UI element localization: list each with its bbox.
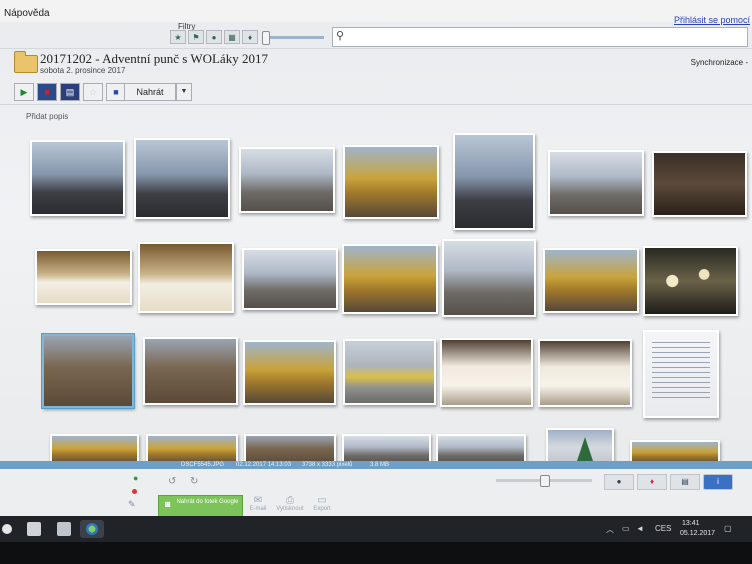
picasa-taskbar-icon[interactable] (80, 520, 104, 538)
photo-thumbnail[interactable] (134, 138, 230, 219)
people-icon[interactable]: ● (604, 474, 634, 490)
network-icon[interactable]: ▭ (622, 524, 630, 533)
photo-thumbnail[interactable] (342, 244, 438, 314)
photo-datetime: 02.12.2017 14:13:03 (236, 462, 292, 468)
zoom-slider-thumb[interactable] (540, 475, 550, 487)
chat-icon[interactable] (27, 522, 41, 536)
upload-google-photos-button[interactable]: ◙ Nahrát do fotek Google (158, 495, 243, 517)
tag-icon[interactable]: ✎ (128, 499, 136, 510)
language-indicator[interactable]: CES (655, 524, 671, 533)
photo-thumbnail[interactable] (242, 248, 338, 310)
photo-size: 3.8 MB (370, 462, 390, 468)
upload-google-photos-label: Nahrát do fotek Google (176, 499, 239, 505)
photo-thumbnail[interactable] (453, 133, 535, 230)
start-icon[interactable] (2, 524, 12, 534)
photo-thumbnail[interactable] (643, 246, 738, 316)
clock-time[interactable]: 13:41 (682, 520, 700, 527)
volume-icon[interactable]: ◄ (636, 524, 644, 533)
tray-chevron-icon[interactable]: ︿ (606, 524, 614, 535)
bottom-panel: ● ✎ ↺ ↻ ◙ Nahrát do fotek Google ✉ E-mai… (0, 469, 752, 521)
photo-thumbnail[interactable] (143, 337, 238, 405)
rotate-right-icon[interactable]: ↻ (190, 476, 198, 487)
photo-thumbnail[interactable] (652, 151, 747, 217)
green-dot-icon[interactable]: ● (133, 473, 138, 483)
red-dot-icon[interactable] (132, 489, 137, 494)
info-icon[interactable]: i (703, 474, 733, 490)
export-button[interactable]: ▭ Export (302, 495, 342, 512)
photo-thumbnail-selected[interactable] (42, 334, 134, 408)
photo-thumbnail[interactable] (239, 147, 335, 213)
windows-taskbar: ︿ ▭ ◄ CES 13:41 05.12.2017 ▢ (0, 516, 752, 542)
photo-thumbnail[interactable] (138, 242, 234, 313)
photo-thumbnail[interactable] (538, 339, 632, 407)
photo-thumbnail[interactable] (243, 340, 336, 405)
photo-dimensions: 3738 x 3333 pixelů (302, 462, 353, 468)
export-folder-icon: ▭ (317, 495, 327, 506)
photo-filename: DSCF5545.JPG (181, 462, 225, 468)
photo-thumbnail[interactable] (643, 330, 719, 418)
file-explorer-icon[interactable] (57, 522, 71, 536)
photo-thumbnail[interactable] (343, 145, 439, 219)
tag-panel-icon[interactable]: ▤ (670, 474, 700, 490)
photo-thumbnail[interactable] (440, 338, 533, 407)
photo-thumbnail[interactable] (30, 140, 125, 216)
photo-thumbnail[interactable] (442, 239, 536, 317)
photo-thumbnail[interactable] (35, 249, 132, 305)
photo-thumbnail[interactable] (343, 339, 436, 405)
photo-thumbnail[interactable] (548, 150, 644, 216)
rotate-left-icon[interactable]: ↺ (168, 476, 176, 487)
clock-date[interactable]: 05.12.2017 (680, 530, 715, 537)
export-label: Export (313, 506, 331, 512)
print-label: Vytisknout (276, 506, 304, 512)
monitor-bezel (0, 542, 752, 564)
photo-grid (0, 0, 752, 466)
picasa-window: Nápověda Přihlásit se pomocí Filtry ★ ⚑ … (0, 0, 752, 548)
photo-thumbnail[interactable] (543, 248, 639, 313)
view-tools: ● ♦ ▤ i (604, 474, 733, 490)
photo-info-bar: DSCF5545.JPG 02.12.2017 14:13:03 3738 x … (0, 461, 752, 469)
notifications-icon[interactable]: ▢ (724, 524, 732, 533)
email-label: E-mail (249, 506, 267, 512)
camera-icon: ◙ (165, 499, 171, 509)
map-pin-icon[interactable]: ♦ (637, 474, 667, 490)
